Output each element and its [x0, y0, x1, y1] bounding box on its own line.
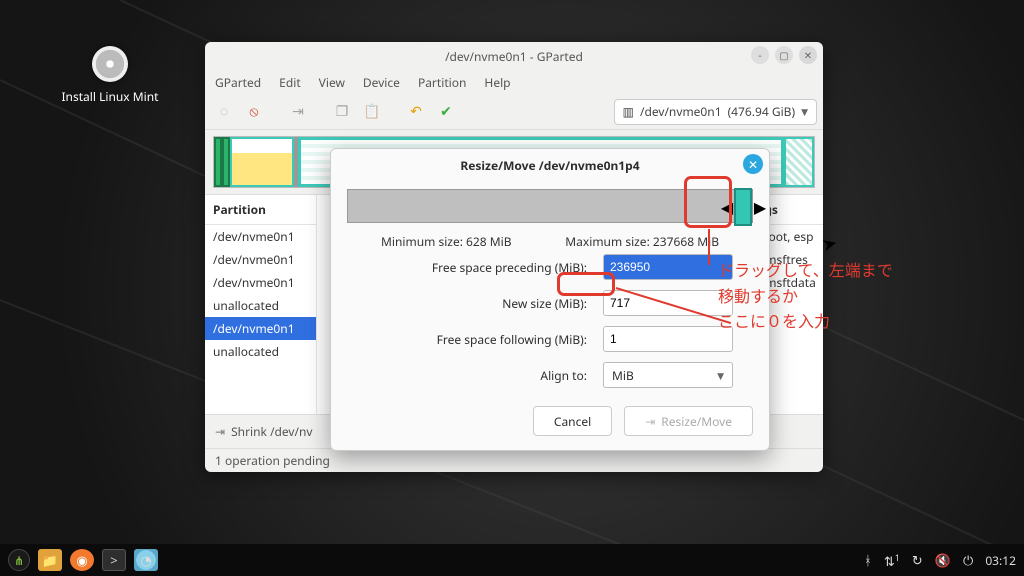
menubar: GParted Edit View Device Partition Help — [205, 70, 823, 94]
device-name: /dev/nvme0n1 — [640, 103, 722, 120]
copy-button: ❐ — [329, 99, 355, 125]
dialog-bar-thumb[interactable] — [734, 188, 752, 226]
taskbar-terminal[interactable]: > — [102, 549, 126, 571]
menu-gparted[interactable]: GParted — [215, 74, 261, 91]
maximum-size-label: Maximum size: 237668 MiB — [565, 233, 719, 250]
resize-icon: ⇥ — [645, 413, 655, 430]
dialog-title: Resize/Move /dev/nvme0n1p4 — [460, 157, 639, 174]
apply-resize-button: ⇥ Resize/Move — [624, 406, 753, 436]
window-minimize-button[interactable]: ‐ — [751, 46, 769, 64]
partition-row[interactable]: unallocated — [205, 294, 316, 317]
pending-text: Shrink /dev/nv — [231, 423, 312, 440]
new-partition-button: ◌ — [211, 99, 237, 125]
taskbar-firefox[interactable]: ◉ — [70, 549, 94, 571]
label-following: Free space following (MiB): — [367, 331, 603, 348]
following-spin[interactable]: − + — [603, 326, 733, 352]
undo-button[interactable]: ↶ — [403, 99, 429, 125]
menu-device[interactable]: Device — [363, 74, 400, 91]
partition-row[interactable]: /dev/nvme0n1 — [205, 248, 316, 271]
menu-edit[interactable]: Edit — [279, 74, 300, 91]
clock[interactable]: 03:12 — [985, 552, 1016, 569]
resize-icon: ⇥ — [215, 423, 225, 440]
window-title: /dev/nvme0n1 - GParted — [445, 48, 583, 65]
apply-button[interactable]: ✔ — [433, 99, 459, 125]
preceding-spin[interactable]: − + — [603, 254, 733, 280]
paste-button: 📋 — [359, 99, 385, 125]
updates-icon[interactable]: ↻ — [912, 551, 923, 569]
graph-seg-msr[interactable] — [222, 137, 230, 187]
resize-move-button: ⇥ — [285, 99, 311, 125]
menu-partition[interactable]: Partition — [418, 74, 466, 91]
desktop-icon-install[interactable]: Install Linux Mint — [60, 46, 160, 105]
chevron-down-icon: ▼ — [717, 369, 724, 382]
taskbar-files[interactable]: 📁 — [38, 549, 62, 571]
graph-seg-esp[interactable] — [214, 137, 222, 187]
toolbar: ◌ ⦸ ⇥ ❐ 📋 ↶ ✔ ▥ /dev/nvme0n1 (476.94 GiB… — [205, 94, 823, 130]
following-input[interactable] — [604, 327, 733, 351]
disc-icon — [92, 46, 128, 82]
device-selector[interactable]: ▥ /dev/nvme0n1 (476.94 GiB) ▼ — [614, 99, 817, 125]
window-maximize-button[interactable]: ▢ — [775, 46, 793, 64]
window-close-button[interactable]: ✕ — [799, 46, 817, 64]
device-size: (476.94 GiB) — [728, 103, 796, 120]
graph-seg-winre[interactable] — [230, 137, 294, 187]
status-text: 1 operation pending — [215, 452, 330, 469]
minimum-size-label: Minimum size: 628 MiB — [381, 233, 512, 250]
graph-seg-tail[interactable] — [784, 137, 814, 187]
partition-row[interactable]: /dev/nvme0n1 — [205, 225, 316, 248]
label-align: Align to: — [367, 367, 603, 384]
annotation-box-input — [557, 272, 615, 296]
desktop-icon-label: Install Linux Mint — [60, 88, 160, 105]
cancel-button[interactable]: Cancel — [533, 406, 612, 436]
label-newsize: New size (MiB): — [367, 295, 603, 312]
system-tray: ᚼ ⇅1 ↻ 🔇 ⏻ 03:12 — [864, 551, 1016, 570]
window-titlebar: /dev/nvme0n1 - GParted ‐ ▢ ✕ — [205, 42, 823, 70]
apply-resize-label: Resize/Move — [661, 413, 732, 430]
resize-handle-right-icon: ▶ — [753, 192, 767, 222]
menu-view[interactable]: View — [319, 74, 345, 91]
volume-icon[interactable]: 🔇 — [935, 551, 951, 569]
align-value: MiB — [612, 367, 634, 384]
preceding-input[interactable] — [604, 255, 733, 279]
dialog-close-button[interactable]: ✕ — [743, 154, 763, 174]
bluetooth-icon[interactable]: ᚼ — [864, 551, 872, 569]
menu-help[interactable]: Help — [484, 74, 510, 91]
partition-row[interactable]: /dev/nvme0n1 — [205, 271, 316, 294]
disk-icon: ▥ — [623, 103, 634, 120]
start-menu-button[interactable]: ⋔ — [8, 549, 30, 571]
column-header-partition[interactable]: Partition — [205, 195, 316, 225]
partition-row-selected[interactable]: /dev/nvme0n1 — [205, 317, 316, 340]
taskbar: ⋔ 📁 ◉ > ◔ ᚼ ⇅1 ↻ 🔇 ⏻ 03:12 — [0, 544, 1024, 576]
partition-row[interactable]: unallocated — [205, 340, 316, 363]
chevron-down-icon: ▼ — [801, 105, 808, 118]
status-bar: 1 operation pending — [205, 448, 823, 472]
taskbar-gparted[interactable]: ◔ — [134, 549, 158, 571]
network-icon[interactable]: ⇅1 — [884, 551, 900, 570]
annotation-box-handle — [684, 176, 732, 228]
power-icon[interactable]: ⏻ — [963, 551, 973, 569]
delete-button[interactable]: ⦸ — [241, 99, 267, 125]
annotation-line-1 — [708, 229, 710, 265]
align-combo[interactable]: MiB ▼ — [603, 362, 733, 388]
